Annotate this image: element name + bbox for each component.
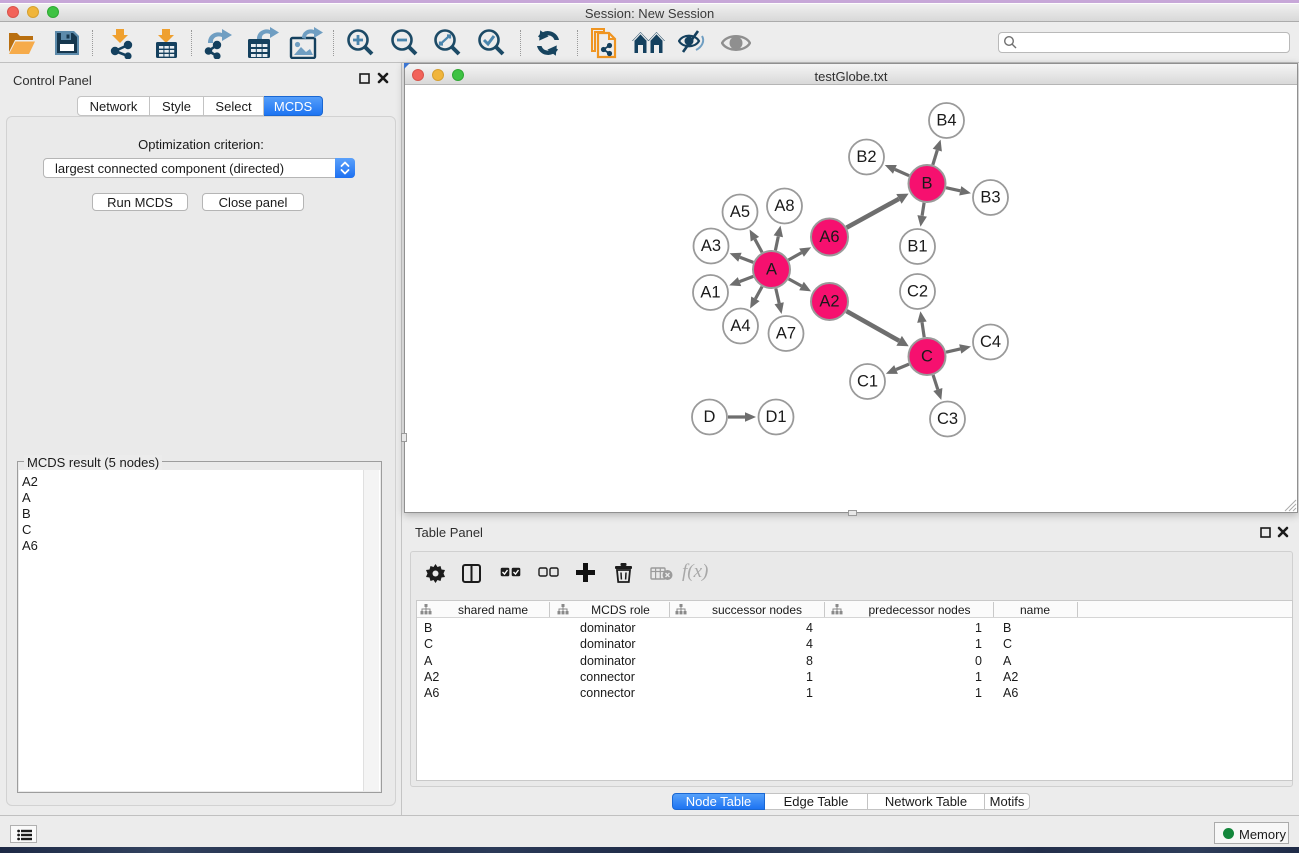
svg-text:A6: A6: [819, 228, 839, 246]
svg-text:B2: B2: [856, 148, 876, 166]
svg-text:A1: A1: [700, 284, 720, 302]
svg-text:A2: A2: [819, 293, 839, 311]
svg-text:B1: B1: [907, 238, 927, 256]
svg-text:B3: B3: [980, 189, 1000, 207]
svg-text:A8: A8: [774, 197, 794, 215]
svg-text:A: A: [766, 261, 777, 279]
svg-text:A7: A7: [776, 325, 796, 343]
svg-text:C4: C4: [980, 333, 1001, 351]
svg-text:D1: D1: [765, 408, 786, 426]
svg-text:D: D: [704, 408, 716, 426]
svg-text:B: B: [921, 175, 932, 193]
svg-text:C1: C1: [857, 373, 878, 391]
svg-text:C: C: [921, 348, 933, 366]
svg-text:C3: C3: [937, 410, 958, 428]
svg-text:A5: A5: [730, 203, 750, 221]
svg-text:B4: B4: [936, 112, 956, 130]
svg-text:A4: A4: [730, 317, 750, 335]
svg-text:A3: A3: [701, 237, 721, 255]
svg-text:C2: C2: [907, 283, 928, 301]
